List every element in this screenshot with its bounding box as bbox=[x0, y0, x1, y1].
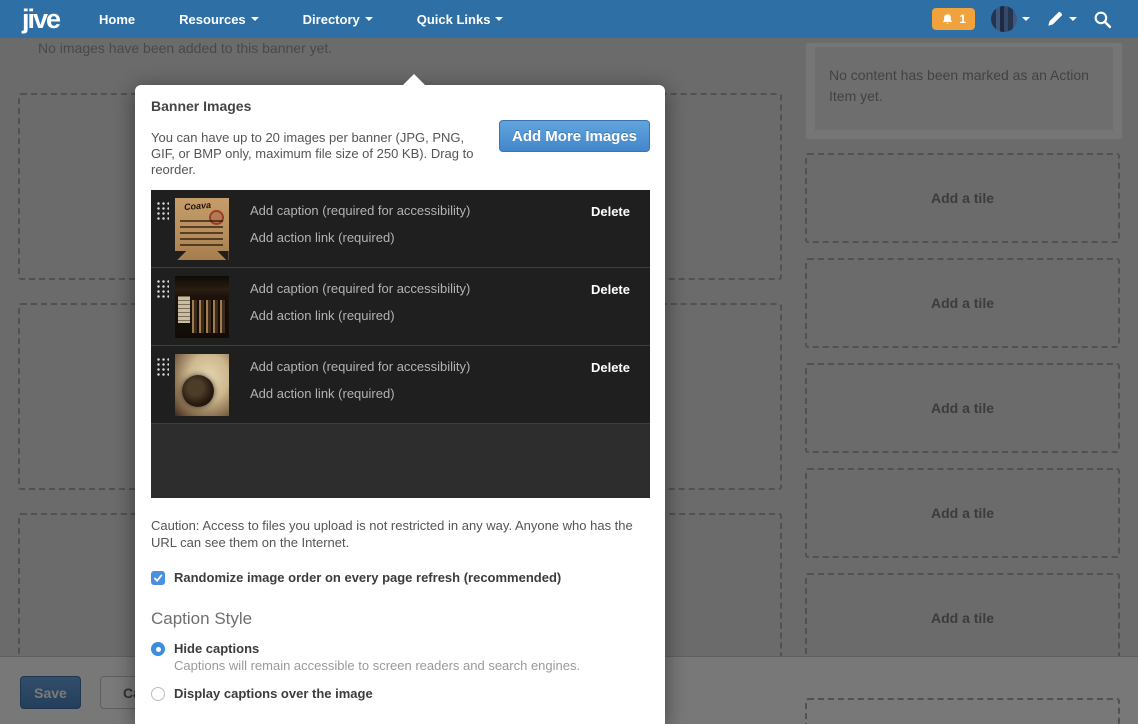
modal-description: You can have up to 20 images per banner … bbox=[151, 130, 489, 178]
chevron-down-icon bbox=[1022, 17, 1030, 21]
radio-selected[interactable] bbox=[151, 642, 165, 656]
bell-icon bbox=[941, 13, 954, 26]
banner-image-row: Add caption (required for accessibility)… bbox=[151, 346, 650, 424]
radio-description: Captions will remain accessible to scree… bbox=[174, 658, 580, 673]
randomize-checkbox-row[interactable]: Randomize image order on every page refr… bbox=[151, 570, 561, 585]
banner-images-modal: Banner Images You can have up to 20 imag… bbox=[135, 85, 665, 724]
user-menu[interactable] bbox=[991, 6, 1030, 32]
drag-handle-icon[interactable] bbox=[156, 201, 169, 220]
checkbox-checked[interactable] bbox=[151, 571, 165, 585]
nav-menu: Home Resources Directory Quick Links bbox=[99, 12, 547, 27]
delete-image-button[interactable]: Delete bbox=[591, 360, 630, 375]
coffee-beans-decoration bbox=[182, 375, 214, 407]
search-icon bbox=[1093, 10, 1112, 29]
banner-image-thumbnail bbox=[175, 276, 229, 338]
radio-texts: Display captions over the image bbox=[174, 686, 373, 701]
banner-image-thumbnail: Coava bbox=[175, 198, 229, 260]
add-more-images-button[interactable]: Add More Images bbox=[499, 120, 650, 152]
caption-style-heading: Caption Style bbox=[151, 609, 252, 629]
radio-label: Hide captions bbox=[174, 641, 580, 656]
add-caption-link[interactable]: Add caption (required for accessibility) bbox=[250, 281, 470, 296]
radio-texts: Hide captions Captions will remain acces… bbox=[174, 641, 580, 673]
nav-item-home[interactable]: Home bbox=[99, 12, 135, 27]
chevron-down-icon bbox=[1069, 17, 1077, 21]
banner-image-row: Coava Add caption (required for accessib… bbox=[151, 190, 650, 268]
screen: jive Home Resources Directory Quick Link… bbox=[0, 0, 1138, 724]
search-button[interactable] bbox=[1093, 10, 1112, 29]
add-action-link[interactable]: Add action link (required) bbox=[250, 230, 395, 245]
radio-unselected[interactable] bbox=[151, 687, 165, 701]
add-caption-link[interactable]: Add caption (required for accessibility) bbox=[250, 203, 470, 218]
add-caption-link[interactable]: Add caption (required for accessibility) bbox=[250, 359, 470, 374]
banner-image-list: Coava Add caption (required for accessib… bbox=[151, 190, 650, 498]
banner-image-row: Add caption (required for accessibility)… bbox=[151, 268, 650, 346]
jive-logo: jive bbox=[22, 1, 59, 37]
banner-image-thumbnail bbox=[175, 354, 229, 416]
notification-count: 1 bbox=[959, 12, 966, 26]
caution-text: Caution: Access to files you upload is n… bbox=[151, 517, 651, 551]
nav-item-quick-links[interactable]: Quick Links bbox=[417, 12, 504, 27]
nav-item-label: Directory bbox=[303, 12, 360, 27]
menu-card-decoration bbox=[178, 296, 190, 323]
hide-captions-option[interactable]: Hide captions Captions will remain acces… bbox=[151, 641, 580, 673]
modal-title: Banner Images bbox=[151, 98, 251, 114]
delete-image-button[interactable]: Delete bbox=[591, 204, 630, 219]
nav-item-label: Home bbox=[99, 12, 135, 27]
add-action-link[interactable]: Add action link (required) bbox=[250, 386, 395, 401]
chevron-down-icon bbox=[365, 17, 373, 21]
nav-item-resources[interactable]: Resources bbox=[179, 12, 258, 27]
banner-notch-decoration bbox=[175, 251, 229, 260]
notifications-badge[interactable]: 1 bbox=[932, 8, 975, 30]
modal-pointer-arrow bbox=[403, 74, 425, 85]
display-captions-option[interactable]: Display captions over the image bbox=[151, 686, 373, 701]
nav-item-label: Resources bbox=[179, 12, 245, 27]
add-action-link[interactable]: Add action link (required) bbox=[250, 308, 395, 323]
thumbnail-logo-text: Coava bbox=[184, 200, 212, 212]
bottles-decoration bbox=[192, 300, 227, 333]
delete-image-button[interactable]: Delete bbox=[591, 282, 630, 297]
check-icon bbox=[153, 573, 163, 583]
drag-handle-icon[interactable] bbox=[156, 357, 169, 376]
chevron-down-icon bbox=[495, 17, 503, 21]
drag-handle-icon[interactable] bbox=[156, 279, 169, 298]
pencil-icon bbox=[1046, 10, 1064, 28]
create-menu[interactable] bbox=[1046, 10, 1077, 28]
nav-item-label: Quick Links bbox=[417, 12, 491, 27]
chevron-down-icon bbox=[251, 17, 259, 21]
menu-lines-decoration bbox=[180, 220, 223, 246]
nav-right-cluster: 1 bbox=[932, 6, 1112, 32]
nav-item-directory[interactable]: Directory bbox=[303, 12, 373, 27]
avatar bbox=[991, 6, 1017, 32]
radio-label: Display captions over the image bbox=[174, 686, 373, 701]
randomize-label: Randomize image order on every page refr… bbox=[174, 570, 561, 585]
top-navbar: jive Home Resources Directory Quick Link… bbox=[0, 0, 1138, 38]
